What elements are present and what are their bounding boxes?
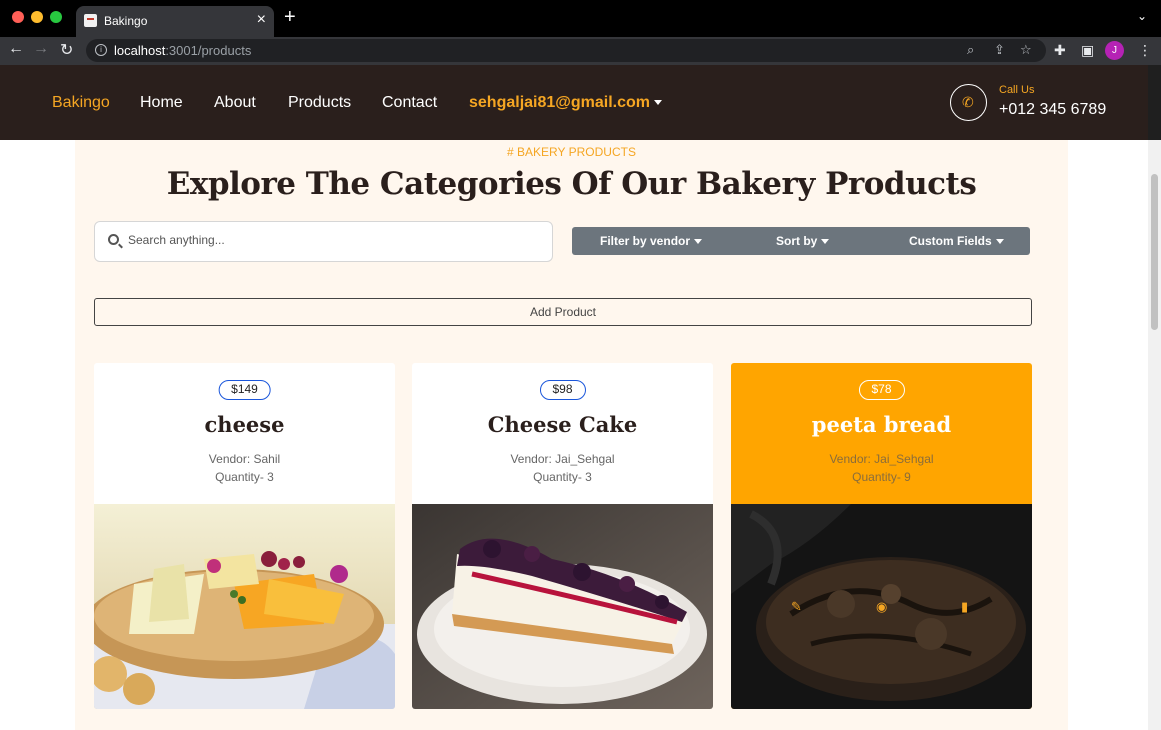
nav-link-products[interactable]: Products <box>288 94 351 112</box>
call-number: +012 345 6789 <box>999 101 1107 118</box>
card-actions: ✎ ◉ ▮ <box>731 599 1032 615</box>
site-info-icon[interactable]: i <box>95 44 107 56</box>
filter-by-vendor-dropdown[interactable]: Filter by vendor <box>600 234 703 248</box>
browser-toolbar: ← → ↻ i localhost:3001/products ⌕ ⇪ ☆ ✚ … <box>0 37 1161 65</box>
caret-down-icon <box>995 239 1004 245</box>
user-email: sehgaljai81@gmail.com <box>469 94 651 111</box>
cake-favicon-icon <box>84 14 97 27</box>
reload-icon[interactable]: ↻ <box>60 40 73 60</box>
sort-by-dropdown[interactable]: Sort by <box>776 234 830 248</box>
add-product-button[interactable]: Add Product <box>94 298 1032 326</box>
profile-avatar[interactable]: J <box>1105 41 1124 60</box>
browser-tab-bar: Bakingo × + ⌄ <box>0 0 1161 37</box>
tab-search-chevron-icon[interactable]: ⌄ <box>1137 9 1147 23</box>
cheesecake-image <box>412 504 713 709</box>
product-quantity: Quantity- 3 <box>533 470 592 484</box>
section-eyebrow: # BAKERY PRODUCTS <box>507 145 636 159</box>
page-content: # BAKERY PRODUCTS Explore The Categories… <box>0 140 1148 730</box>
products-section: # BAKERY PRODUCTS Explore The Categories… <box>75 140 1068 730</box>
address-bar[interactable]: i localhost:3001/products ⌕ ⇪ ☆ <box>86 39 1046 62</box>
tab-title: Bakingo <box>104 14 148 28</box>
view-eye-icon[interactable]: ◉ <box>876 599 887 615</box>
zoom-search-icon[interactable]: ⌕ <box>967 42 974 58</box>
cheese-platter-image <box>94 504 395 709</box>
url-text[interactable]: localhost:3001/products <box>114 43 251 58</box>
product-card-peeta-bread[interactable]: $78 peeta bread Vendor: Jai_Sehgal Quant… <box>731 363 1032 709</box>
search-box <box>94 221 553 262</box>
scrollbar-thumb[interactable] <box>1151 174 1158 330</box>
site-navbar: Bakingo Home About Products Contact sehg… <box>0 65 1148 140</box>
tab-close-icon[interactable]: × <box>257 11 266 29</box>
minimize-window-button[interactable] <box>31 11 43 23</box>
product-vendor: Vendor: Sahil <box>208 452 281 466</box>
product-quantity: Quantity- 3 <box>215 470 274 484</box>
price-badge: $149 <box>218 380 271 400</box>
price-badge: $98 <box>539 380 586 400</box>
close-window-button[interactable] <box>12 11 24 23</box>
page-scrollbar[interactable] <box>1148 140 1161 730</box>
forward-arrow-icon[interactable]: → <box>33 40 49 58</box>
search-icon <box>108 234 119 245</box>
new-tab-button[interactable]: + <box>284 6 296 29</box>
nav-link-home[interactable]: Home <box>140 94 183 112</box>
filter-bar: Filter by vendor Sort by Custom Fields <box>572 227 1030 255</box>
product-name: cheese <box>204 412 285 437</box>
nav-link-about[interactable]: About <box>214 94 256 112</box>
back-arrow-icon[interactable]: ← <box>8 40 24 58</box>
product-name: Cheese Cake <box>487 412 638 437</box>
phone-icon: ✆ <box>962 94 974 110</box>
product-quantity: Quantity- 9 <box>852 470 911 484</box>
caret-down-icon <box>654 100 663 106</box>
browser-menu-icon[interactable]: ⋮ <box>1138 42 1152 59</box>
brand-logo-link[interactable]: Bakingo <box>52 94 110 112</box>
product-name: peeta bread <box>811 412 952 437</box>
custom-fields-dropdown[interactable]: Custom Fields <box>909 234 1004 248</box>
page-title: Explore The Categories Of Our Bakery Pro… <box>166 166 977 202</box>
maximize-window-button[interactable] <box>50 11 62 23</box>
product-card-cheese[interactable]: $149 cheese Vendor: Sahil Quantity- 3 <box>94 363 395 709</box>
bookmark-star-icon[interactable]: ☆ <box>1020 42 1032 58</box>
price-badge: $78 <box>858 380 905 400</box>
extensions-puzzle-icon[interactable]: ✚ <box>1054 42 1066 59</box>
product-vendor: Vendor: Jai_Sehgal <box>510 452 615 466</box>
edit-icon[interactable]: ✎ <box>791 599 802 615</box>
caret-down-icon <box>694 239 703 245</box>
phone-icon-circle: ✆ <box>950 84 987 121</box>
bread-image: ✎ ◉ ▮ <box>731 504 1032 709</box>
delete-trash-icon[interactable]: ▮ <box>961 599 968 615</box>
share-icon[interactable]: ⇪ <box>994 42 1005 58</box>
product-card-cheese-cake[interactable]: $98 Cheese Cake Vendor: Jai_Sehgal Quant… <box>412 363 713 709</box>
nav-link-contact[interactable]: Contact <box>382 94 437 112</box>
call-us-label: Call Us <box>999 84 1035 96</box>
product-vendor: Vendor: Jai_Sehgal <box>829 452 934 466</box>
user-menu-dropdown[interactable]: sehgaljai81@gmail.com <box>469 94 663 112</box>
browser-tab[interactable]: Bakingo × <box>76 6 274 37</box>
caret-down-icon <box>821 239 830 245</box>
side-panel-icon[interactable]: ▣ <box>1081 42 1094 59</box>
search-input[interactable] <box>128 233 528 247</box>
